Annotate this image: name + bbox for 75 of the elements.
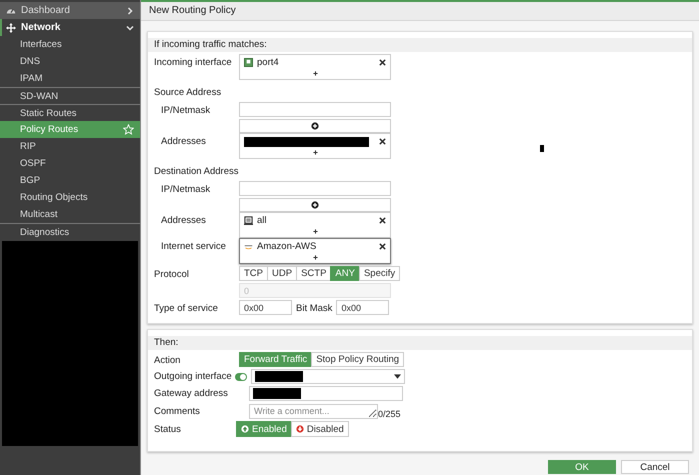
input-field[interactable] <box>249 386 403 401</box>
input-field[interactable]: 0x00 <box>239 300 292 315</box>
sidebar-item[interactable]: Diagnostics <box>0 223 140 240</box>
cancel-button[interactable]: Cancel <box>621 460 689 474</box>
redacted-mark <box>540 145 544 152</box>
field-label: Internet service <box>160 240 227 252</box>
remove-icon[interactable] <box>379 59 386 66</box>
sidebar-item[interactable]: Multicast <box>0 206 140 223</box>
field-label: Incoming interface <box>154 56 233 68</box>
entry-text: all <box>257 215 268 226</box>
remove-icon[interactable] <box>379 243 386 250</box>
sidebar-item[interactable]: OSPF <box>0 155 140 172</box>
entry-text: Amazon-AWS <box>257 241 318 252</box>
redacted-block <box>254 371 303 382</box>
sidebar-item[interactable]: Dashboard <box>0 2 140 19</box>
field-label: IP/Netmask <box>160 104 212 116</box>
sidebar-item[interactable]: DNS <box>0 53 140 70</box>
toggle-switch[interactable] <box>234 372 247 380</box>
field-label: Status <box>154 424 182 434</box>
input-field[interactable] <box>239 102 391 117</box>
field-label: Protocol <box>154 268 190 280</box>
multi-select-field[interactable]: port4 <box>239 54 391 80</box>
group-heading: Source Address <box>154 86 222 100</box>
input-field[interactable]: 0x00 <box>336 300 390 315</box>
network-icon <box>6 22 16 32</box>
section-header: Then: <box>148 336 692 350</box>
input-field[interactable] <box>239 181 391 196</box>
address-icon <box>244 216 253 225</box>
field-label: Action <box>154 354 182 366</box>
field-label: Type of service <box>154 302 219 314</box>
add-icon[interactable] <box>312 71 318 76</box>
add-icon[interactable] <box>312 255 318 260</box>
field-label: Outgoing interface <box>154 371 232 382</box>
chevron-icon <box>126 6 134 14</box>
remove-icon[interactable] <box>379 217 386 224</box>
caret-icon <box>394 374 401 379</box>
dropdown-field[interactable] <box>250 369 405 384</box>
sidebar-item[interactable]: BGP <box>0 172 140 189</box>
star-icon[interactable] <box>123 124 134 135</box>
add-icon <box>311 122 319 130</box>
field-label: Gateway address <box>154 388 229 399</box>
group-heading: Destination Address <box>154 165 240 179</box>
sidebar-item[interactable]: Routing Objects <box>0 189 140 206</box>
add-icon[interactable] <box>312 229 318 234</box>
port-icon <box>244 58 253 67</box>
multi-select-field[interactable]: all <box>239 212 391 238</box>
field-label: Bit Mask <box>296 303 332 314</box>
field-label: IP/Netmask <box>160 183 212 195</box>
sidebar-item[interactable]: RIP <box>0 138 140 155</box>
chevron-icon <box>126 24 134 32</box>
comment-field[interactable]: Write a comment... <box>249 404 378 418</box>
option-button[interactable]: Stop Policy Routing <box>311 352 404 367</box>
field-label: Addresses <box>160 135 207 147</box>
add-icon <box>311 201 319 209</box>
down-arrow-icon <box>296 425 304 433</box>
sidebar-item[interactable]: Interfaces <box>0 36 140 53</box>
option-button[interactable]: SCTP <box>296 266 332 281</box>
add-icon[interactable] <box>312 150 318 155</box>
up-arrow-icon <box>241 425 249 433</box>
sidebar-item[interactable]: IPAM <box>0 70 140 87</box>
page-title: New Routing Policy <box>141 2 699 21</box>
field-label: Comments <box>154 406 201 416</box>
status-button[interactable]: Disabled <box>290 421 349 437</box>
option-button[interactable]: Specify <box>358 266 400 281</box>
character-counter: 0/255 <box>378 409 401 419</box>
option-button[interactable]: TCP <box>239 266 268 281</box>
sidebar-item[interactable]: SD-WAN <box>0 87 140 104</box>
section-header: If incoming traffic matches: <box>148 38 692 52</box>
multi-select-field[interactable] <box>239 133 391 159</box>
redacted-block <box>253 388 301 399</box>
remove-icon[interactable] <box>379 138 386 145</box>
entry-text: port4 <box>257 57 280 68</box>
option-button[interactable]: UDP <box>267 266 298 281</box>
field-label: Addresses <box>160 214 207 226</box>
multi-select-field[interactable]: Amazon-AWS <box>239 238 391 264</box>
